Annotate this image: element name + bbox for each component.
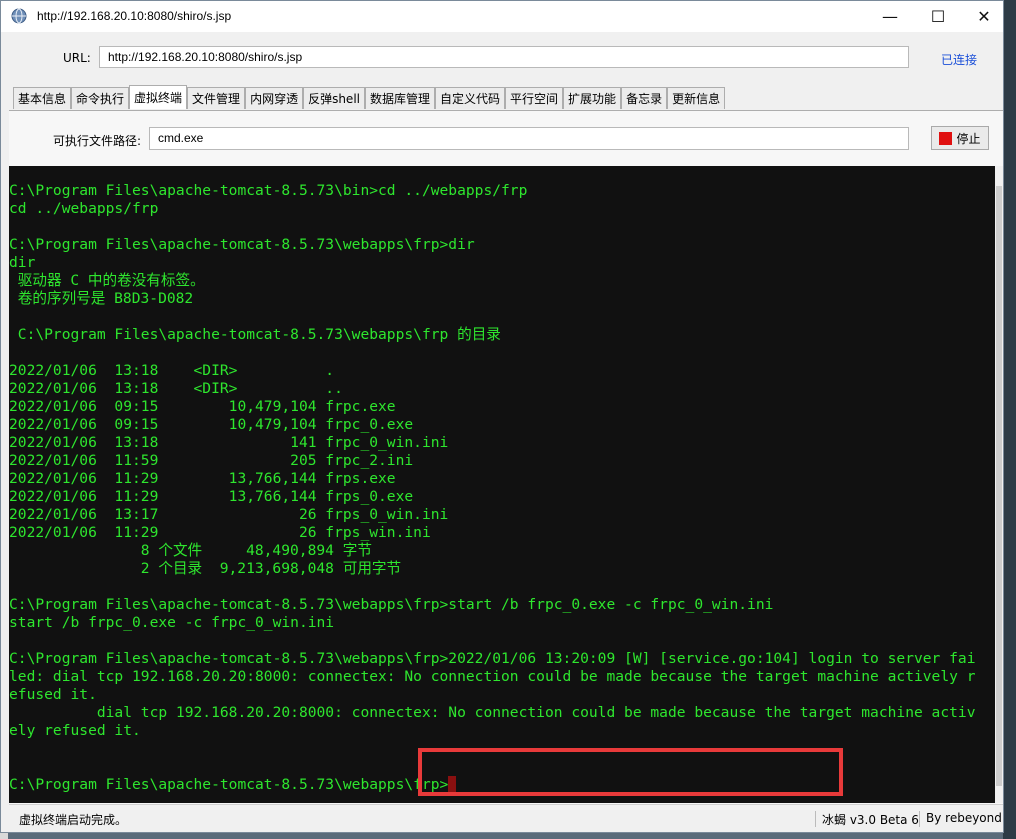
window-title: http://192.168.20.10:8080/shiro/s.jsp bbox=[37, 9, 232, 23]
executable-path-label: 可执行文件路径: bbox=[53, 134, 142, 148]
terminal-line: C:\Program Files\apache-tomcat-8.5.73\we… bbox=[9, 650, 976, 667]
maximize-button[interactable]: ☐ bbox=[915, 1, 961, 32]
terminal-line: C:\Program Files\apache-tomcat-8.5.73\we… bbox=[9, 596, 774, 613]
stop-button[interactable]: 停止 bbox=[931, 126, 989, 150]
url-row: URL: http://192.168.20.10:8080/shiro/s.j… bbox=[9, 43, 999, 73]
author-label: By rebeyond bbox=[919, 811, 1002, 827]
terminal-line: 2022/01/06 11:59 205 frpc_2.ini bbox=[9, 452, 414, 469]
terminal-prompt: C:\Program Files\apache-tomcat-8.5.73\we… bbox=[9, 776, 449, 793]
terminal-line: C:\Program Files\apache-tomcat-8.5.73\we… bbox=[9, 326, 501, 343]
status-bar: 虚拟终端启动完成。 冰蝎 v3.0 Beta 6 By rebeyond bbox=[9, 804, 1003, 831]
terminal-line: 2022/01/06 13:17 26 frps_0_win.ini bbox=[9, 506, 449, 523]
tab-intranet-tunnel[interactable]: 内网穿透 bbox=[245, 87, 304, 109]
terminal-line: dial tcp 192.168.20.20:8000: connectex: … bbox=[9, 704, 976, 721]
terminal-line: 2022/01/06 13:18 <DIR> .. bbox=[9, 380, 343, 397]
terminal-line: cd ../webapps/frp bbox=[9, 200, 159, 217]
tab-parallel-space[interactable]: 平行空间 bbox=[505, 87, 564, 109]
terminal-line: start /b frpc_0.exe -c frpc_0_win.ini bbox=[9, 614, 335, 631]
tab-bar: 基本信息 命令执行 虚拟终端 文件管理 内网穿透 反弹shell 数据库管理 自… bbox=[13, 85, 726, 111]
behinder-window: http://192.168.20.10:8080/shiro/s.jsp — … bbox=[0, 0, 1004, 833]
background-window-strip bbox=[1003, 0, 1016, 839]
terminal-line: 卷的序列号是 B8D3-D082 bbox=[9, 290, 194, 307]
close-icon: ✕ bbox=[977, 7, 991, 26]
terminal-prompt-line[interactable]: C:\Program Files\apache-tomcat-8.5.73\we… bbox=[9, 776, 457, 794]
highlight-annotation-box bbox=[418, 748, 843, 796]
tab-database-manager[interactable]: 数据库管理 bbox=[365, 87, 436, 109]
terminal-line: C:\Program Files\apache-tomcat-8.5.73\we… bbox=[9, 236, 475, 253]
tab-update-info[interactable]: 更新信息 bbox=[667, 87, 726, 109]
close-button[interactable]: ✕ bbox=[961, 1, 1007, 32]
terminal-line: 2022/01/06 09:15 10,479,104 frpc.exe bbox=[9, 398, 396, 415]
maximize-icon: ☐ bbox=[930, 7, 946, 26]
executable-path-input[interactable]: cmd.exe bbox=[149, 127, 909, 150]
scrollbar-thumb[interactable] bbox=[996, 186, 1002, 786]
stop-icon bbox=[939, 131, 953, 145]
tab-virtual-terminal[interactable]: 虚拟终端 bbox=[129, 85, 188, 109]
tab-file-manager[interactable]: 文件管理 bbox=[187, 87, 246, 109]
terminal-line: 8 个文件 48,490,894 字节 bbox=[9, 542, 372, 559]
connection-status: 已连接 bbox=[941, 53, 978, 67]
minimize-icon: — bbox=[882, 7, 898, 26]
terminal-line: 2022/01/06 11:29 13,766,144 frps.exe bbox=[9, 470, 396, 487]
terminal-line: 2022/01/06 11:29 13,766,144 frps_0.exe bbox=[9, 488, 414, 505]
terminal-line: led: dial tcp 192.168.20.20:8000: connec… bbox=[9, 668, 976, 685]
terminal-line: 2022/01/06 13:18 <DIR> . bbox=[9, 362, 335, 379]
title-bar[interactable]: http://192.168.20.10:8080/shiro/s.jsp — … bbox=[1, 1, 1003, 32]
terminal-line: ely refused it. bbox=[9, 722, 141, 739]
terminal-line: C:\Program Files\apache-tomcat-8.5.73\bi… bbox=[9, 182, 528, 199]
version-label: 冰蝎 v3.0 Beta 6 bbox=[815, 811, 919, 827]
terminal-scrollbar[interactable] bbox=[995, 166, 1003, 803]
terminal-lines: C:\Program Files\apache-tomcat-8.5.73\bi… bbox=[9, 182, 975, 776]
terminal-line: 2 个目录 9,213,698,048 可用字节 bbox=[9, 560, 402, 577]
terminal-line: 2022/01/06 11:29 26 frps_win.ini bbox=[9, 524, 431, 541]
url-input[interactable]: http://192.168.20.10:8080/shiro/s.jsp bbox=[99, 46, 909, 68]
tab-extensions[interactable]: 扩展功能 bbox=[563, 87, 622, 109]
app-globe-icon bbox=[11, 8, 27, 24]
minimize-button[interactable]: — bbox=[867, 1, 913, 32]
terminal-line: 2022/01/06 09:15 10,479,104 frpc_0.exe bbox=[9, 416, 414, 433]
url-label: URL: bbox=[63, 51, 91, 65]
tab-command-exec[interactable]: 命令执行 bbox=[71, 87, 130, 109]
tab-memo[interactable]: 备忘录 bbox=[621, 87, 668, 109]
terminal-line: dir bbox=[9, 254, 36, 271]
terminal-line: 驱动器 C 中的卷没有标签。 bbox=[9, 272, 205, 289]
status-message: 虚拟终端启动完成。 bbox=[19, 813, 128, 827]
tab-basic-info[interactable]: 基本信息 bbox=[13, 87, 72, 109]
tab-reverse-shell[interactable]: 反弹shell bbox=[303, 87, 365, 109]
tab-custom-code[interactable]: 自定义代码 bbox=[435, 87, 506, 109]
terminal-line: efused it. bbox=[9, 686, 97, 703]
terminal-line: 2022/01/06 13:18 141 frpc_0_win.ini bbox=[9, 434, 449, 451]
terminal-output[interactable]: C:\Program Files\apache-tomcat-8.5.73\bi… bbox=[9, 166, 995, 803]
stop-button-label: 停止 bbox=[956, 131, 981, 146]
